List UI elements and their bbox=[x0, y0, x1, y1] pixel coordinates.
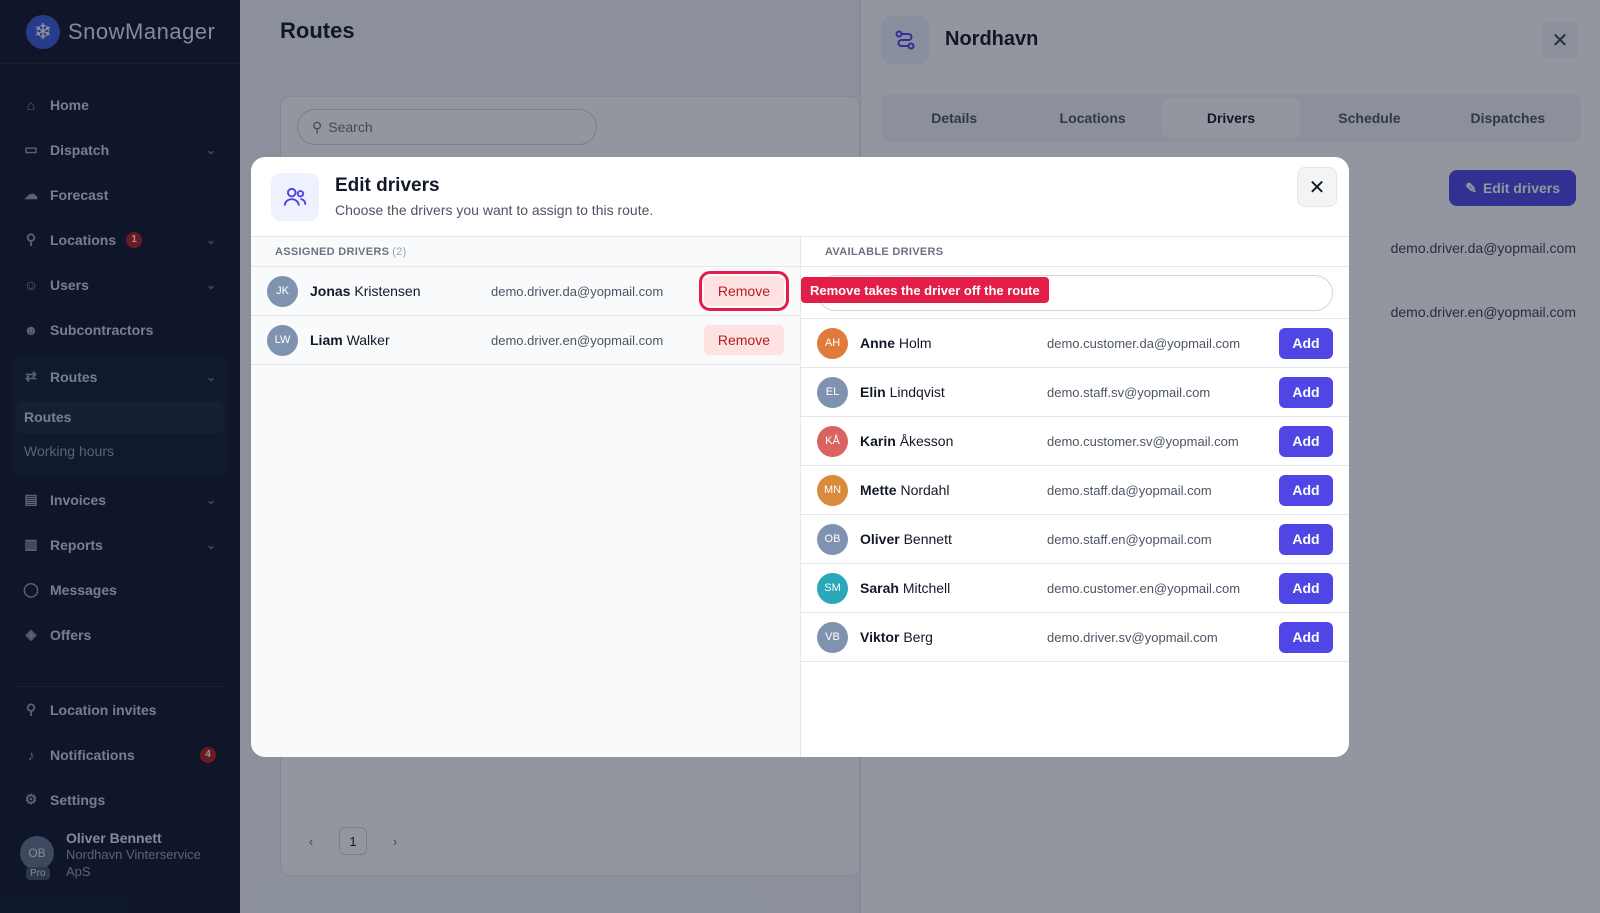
avatar: OB bbox=[817, 523, 848, 555]
list-item: MN Mette Nordahl demo.staff.da@yopmail.com… bbox=[801, 466, 1349, 515]
add-button[interactable]: Add bbox=[1279, 327, 1333, 359]
first-name: Sarah bbox=[860, 580, 899, 596]
close-modal-button[interactable]: ✕ bbox=[1297, 167, 1337, 207]
avatar: LW bbox=[267, 324, 298, 356]
avatar: SM bbox=[817, 572, 848, 604]
list-item: SM Sarah Mitchell demo.customer.en@yopmail… bbox=[801, 564, 1349, 613]
driver-name: Jonas Kristensen bbox=[310, 283, 490, 299]
first-name: Viktor bbox=[860, 629, 900, 645]
available-drivers-header: AVAILABLE DRIVERS bbox=[801, 237, 1349, 267]
driver-email: demo.staff.da@yopmail.com bbox=[1047, 482, 1212, 498]
list-item: LW Liam Walker demo.driver.en@yopmail.co… bbox=[251, 316, 800, 365]
avatar: VB bbox=[817, 621, 848, 653]
list-item: JK Jonas Kristensen demo.driver.da@yopma… bbox=[251, 267, 800, 316]
driver-name: Oliver Bennett bbox=[860, 531, 1040, 547]
users-icon bbox=[271, 173, 319, 221]
driver-email: demo.staff.en@yopmail.com bbox=[1047, 531, 1212, 547]
driver-name: Sarah Mitchell bbox=[860, 580, 1040, 596]
assigned-drivers-header: ASSIGNED DRIVERS (2) bbox=[251, 237, 800, 267]
list-item: OB Oliver Bennett demo.staff.en@yopmail.co… bbox=[801, 515, 1349, 564]
first-name: Jonas bbox=[310, 283, 351, 299]
driver-email: demo.driver.sv@yopmail.com bbox=[1047, 629, 1218, 645]
assigned-drivers-column: ASSIGNED DRIVERS (2) JK Jonas Kristensen… bbox=[251, 237, 801, 757]
list-item: VB Viktor Berg demo.driver.sv@yopmail.com A… bbox=[801, 613, 1349, 662]
add-button[interactable]: Add bbox=[1279, 376, 1333, 408]
assigned-count: (2) bbox=[392, 245, 407, 258]
avatar: KÅ bbox=[817, 425, 848, 457]
driver-email: demo.driver.da@yopmail.com bbox=[491, 283, 664, 299]
add-button[interactable]: Add bbox=[1279, 621, 1333, 653]
avatar: EL bbox=[817, 376, 848, 408]
last-name: Lindqvist bbox=[889, 384, 945, 400]
first-name: Mette bbox=[860, 482, 897, 498]
last-name: Holm bbox=[898, 335, 932, 351]
last-name: Åkesson bbox=[899, 433, 954, 449]
edit-drivers-modal: Edit drivers Choose the drivers you want… bbox=[251, 157, 1349, 757]
available-drivers-column: AVAILABLE DRIVERS AH Anne Holm demo.custom… bbox=[801, 237, 1349, 757]
first-name: Karin bbox=[860, 433, 896, 449]
driver-name: Karin Åkesson bbox=[860, 433, 1040, 449]
available-drivers-list: AH Anne Holm demo.customer.da@yopmail.com A… bbox=[801, 319, 1349, 662]
list-item: KÅ Karin Åkesson demo.customer.sv@yopmail.… bbox=[801, 417, 1349, 466]
first-name: Oliver bbox=[860, 531, 900, 547]
last-name: Mitchell bbox=[902, 580, 951, 596]
first-name: Anne bbox=[860, 335, 895, 351]
driver-email: demo.customer.da@yopmail.com bbox=[1047, 335, 1241, 351]
modal-title: Edit drivers bbox=[335, 175, 440, 196]
first-name: Liam bbox=[310, 332, 343, 348]
add-button[interactable]: Add bbox=[1279, 523, 1333, 555]
driver-name: Elin Lindqvist bbox=[860, 384, 1040, 400]
first-name: Elin bbox=[860, 384, 886, 400]
driver-email: demo.driver.en@yopmail.com bbox=[491, 332, 664, 348]
remove-tooltip: Remove takes the driver off the route bbox=[801, 277, 1049, 303]
avatar: AH bbox=[817, 327, 848, 359]
avatar: MN bbox=[817, 474, 848, 506]
remove-button[interactable]: Remove bbox=[698, 271, 790, 311]
add-button[interactable]: Add bbox=[1279, 474, 1333, 506]
avatar: JK bbox=[267, 275, 298, 307]
remove-button[interactable]: Remove bbox=[703, 325, 784, 355]
last-name: Nordahl bbox=[900, 482, 950, 498]
list-item: AH Anne Holm demo.customer.da@yopmail.com A… bbox=[801, 319, 1349, 368]
driver-name: Mette Nordahl bbox=[860, 482, 1040, 498]
last-name: Walker bbox=[346, 332, 390, 348]
last-name: Bennett bbox=[903, 531, 952, 547]
driver-email: demo.staff.sv@yopmail.com bbox=[1047, 384, 1211, 400]
add-button[interactable]: Add bbox=[1279, 425, 1333, 457]
driver-email: demo.customer.sv@yopmail.com bbox=[1047, 433, 1239, 449]
driver-name: Liam Walker bbox=[310, 332, 490, 348]
modal-subtitle: Choose the drivers you want to assign to… bbox=[335, 202, 654, 218]
driver-email: demo.customer.en@yopmail.com bbox=[1047, 580, 1241, 596]
list-item: EL Elin Lindqvist demo.staff.sv@yopmail.co… bbox=[801, 368, 1349, 417]
modal-header: Edit drivers Choose the drivers you want… bbox=[251, 157, 1349, 237]
last-name: Berg bbox=[903, 629, 933, 645]
driver-name: Viktor Berg bbox=[860, 629, 1040, 645]
assigned-header-label: ASSIGNED DRIVERS bbox=[275, 245, 390, 258]
last-name: Kristensen bbox=[354, 283, 421, 299]
add-button[interactable]: Add bbox=[1279, 572, 1333, 604]
driver-name: Anne Holm bbox=[860, 335, 1040, 351]
